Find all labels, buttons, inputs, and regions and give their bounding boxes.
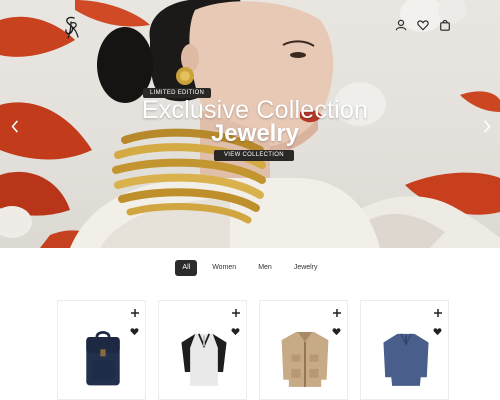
account-icon[interactable] — [394, 18, 408, 32]
shopping-bag-icon[interactable] — [438, 18, 452, 32]
next-slide-button[interactable] — [480, 116, 494, 136]
hero-subtitle: Jewelry — [210, 120, 300, 147]
monogram-logo-icon[interactable] — [62, 14, 80, 40]
product-image-backpack[interactable] — [58, 323, 147, 395]
product-image-henley[interactable] — [159, 323, 248, 395]
header-actions — [394, 18, 452, 32]
product-card[interactable] — [360, 300, 449, 400]
prev-slide-button[interactable] — [8, 116, 22, 136]
hero-banner: LIMITED EDITION Exclusive Collection Jew… — [0, 0, 500, 248]
tab-all[interactable]: All — [175, 260, 198, 276]
category-filter-tabs: All Women Men Jewelry — [0, 260, 500, 276]
product-card[interactable] — [158, 300, 247, 400]
tab-men[interactable]: Men — [251, 260, 279, 276]
view-collection-button[interactable]: VIEW COLLECTION — [214, 150, 294, 161]
product-card[interactable] — [259, 300, 348, 400]
product-card[interactable] — [57, 300, 146, 400]
chevron-left-icon — [11, 119, 19, 133]
chevron-right-icon — [483, 119, 491, 133]
plus-icon[interactable] — [130, 305, 140, 317]
product-grid — [57, 300, 449, 400]
tab-women[interactable]: Women — [205, 260, 243, 276]
tab-jewelry[interactable]: Jewelry — [287, 260, 325, 276]
product-image-jacket[interactable] — [260, 323, 349, 395]
product-image-sweater[interactable] — [361, 323, 450, 395]
plus-icon[interactable] — [433, 305, 443, 317]
plus-icon[interactable] — [231, 305, 241, 317]
plus-icon[interactable] — [332, 305, 342, 317]
wishlist-heart-icon[interactable] — [416, 18, 430, 32]
